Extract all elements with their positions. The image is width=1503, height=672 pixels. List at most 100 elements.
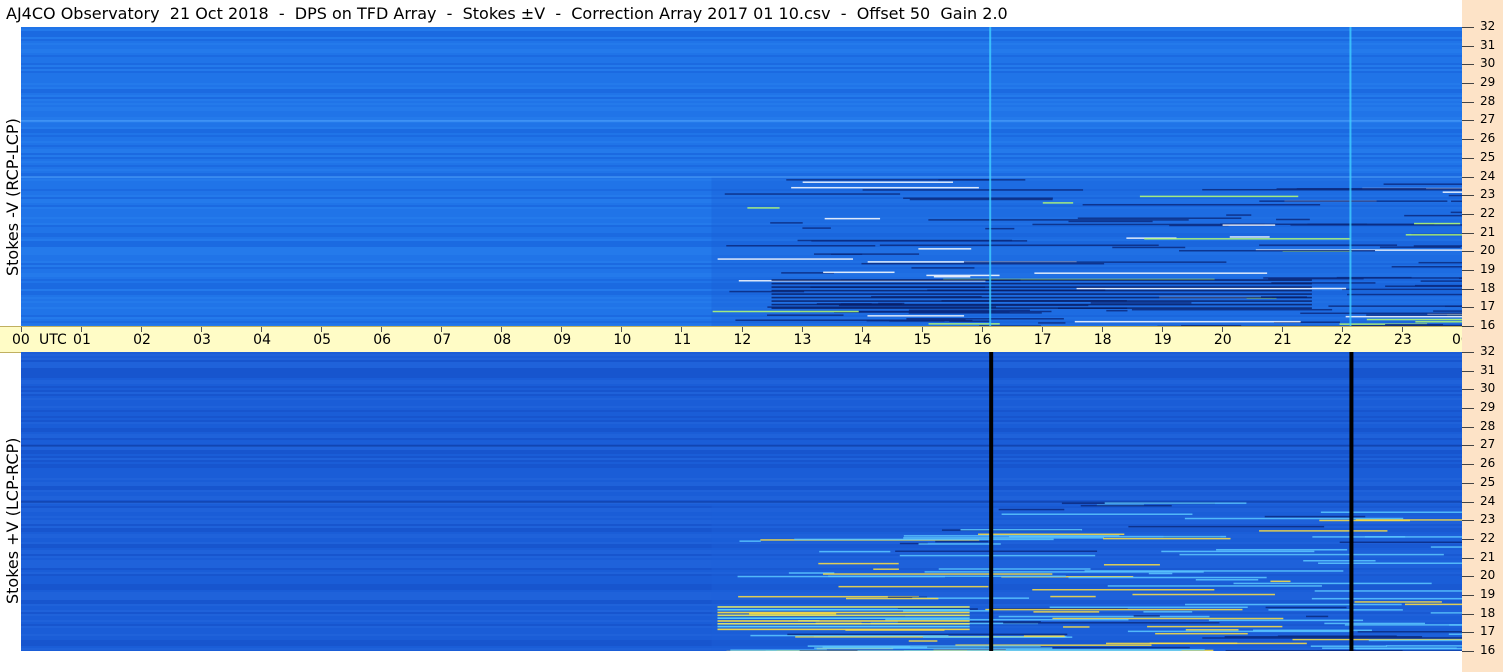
texture-row <box>21 129 1462 131</box>
texture-row <box>21 358 1462 360</box>
frequency-tick-mark <box>1462 45 1474 47</box>
emission-streak <box>1104 502 1247 504</box>
texture-row <box>21 486 1462 488</box>
emission-streak <box>822 573 1053 575</box>
dark-band-line <box>771 296 1312 299</box>
emission-streak <box>712 310 859 313</box>
frequency-tick-mark <box>1462 651 1474 652</box>
texture-row <box>21 422 1462 424</box>
texture-row <box>21 79 1462 81</box>
emission-streak <box>1276 218 1310 221</box>
frequency-tick-label: 18 <box>1480 605 1496 620</box>
dark-band-line <box>771 293 1312 295</box>
emission-streak <box>1354 601 1442 603</box>
emission-streak <box>949 320 991 322</box>
texture-row <box>21 141 1462 143</box>
frequency-tick-mark <box>1462 352 1474 353</box>
frequency-tick-label: 32 <box>1480 344 1496 358</box>
frequency-tick-mark <box>1462 326 1474 327</box>
texture-row <box>21 380 1462 382</box>
frequency-tick-label: 22 <box>1480 530 1496 545</box>
texture-row <box>21 462 1462 464</box>
frequency-tick-label: 22 <box>1480 205 1496 220</box>
frequency-tick-mark <box>1462 464 1474 466</box>
emission-streak <box>978 533 1125 536</box>
emission-streak <box>861 262 1105 265</box>
frequency-tick-label: 25 <box>1480 474 1496 489</box>
texture-row <box>21 456 1462 458</box>
frequency-tick-label: 30 <box>1480 381 1496 396</box>
emission-streak <box>1084 570 1344 572</box>
dark-band-line <box>771 307 1312 309</box>
utc-tick-label: 23 <box>1393 332 1412 348</box>
texture-row <box>21 69 1462 71</box>
texture-row <box>21 352 1462 354</box>
frequency-tick-label: 26 <box>1480 131 1496 146</box>
emission-streak <box>1347 293 1462 296</box>
emission-streak <box>1148 572 1173 575</box>
texture-row <box>21 153 1462 155</box>
emission-streak <box>1336 276 1412 279</box>
emission-streak <box>1366 318 1462 321</box>
emission-streak <box>1383 183 1462 185</box>
emission-streak <box>819 550 891 553</box>
emission-streak <box>1385 285 1462 287</box>
emission-streak <box>928 323 1000 325</box>
frequency-tick-mark <box>1462 520 1474 522</box>
emission-streak <box>1032 588 1215 591</box>
texture-row <box>21 51 1462 53</box>
frequency-tick-mark <box>1462 139 1474 141</box>
texture-row <box>21 83 1462 85</box>
frequency-tick-label: 24 <box>1480 168 1496 183</box>
emission-streak <box>1050 595 1096 598</box>
emission-streak <box>1222 224 1276 226</box>
frequency-tick-label: 21 <box>1480 549 1496 564</box>
emission-streak <box>1216 549 1348 551</box>
emission-streak <box>908 312 1042 314</box>
emission-streak <box>1068 576 1267 579</box>
bright-band-line <box>717 614 970 617</box>
emission-streak <box>791 186 979 189</box>
emission-streak <box>1074 320 1301 323</box>
emission-streak <box>1034 272 1268 274</box>
utc-tick-label: 00 <box>12 332 30 348</box>
texture-row <box>21 135 1462 137</box>
frequency-tick-label: 17 <box>1480 624 1496 639</box>
emission-streak <box>1003 622 1220 624</box>
texture-row <box>21 468 1462 470</box>
frequency-tick-mark <box>1462 83 1474 85</box>
utc-tick-label: 16 <box>973 332 992 348</box>
emission-streak <box>1226 214 1252 216</box>
texture-row <box>21 59 1462 61</box>
utc-time-axis: 00 01 02 03 04 05 06 07 08 09 10 11 12 13 14 15 16 17 18 19… <box>0 326 1496 353</box>
emission-streak <box>1005 648 1205 651</box>
texture-row <box>21 390 1462 392</box>
texture-row <box>21 137 1462 139</box>
texture-row <box>21 488 1462 490</box>
frequency-tick-mark <box>1462 370 1474 372</box>
emission-streak <box>1344 624 1462 626</box>
emission-streak <box>935 540 989 543</box>
texture-row <box>21 434 1462 436</box>
emission-streak <box>724 193 901 195</box>
texture-row <box>21 418 1462 420</box>
texture-row <box>21 31 1462 33</box>
texture-row <box>21 392 1462 394</box>
texture-row <box>21 404 1462 406</box>
emission-streak <box>811 240 1028 242</box>
texture-row <box>21 123 1462 125</box>
utc-tick-label: 05 <box>313 332 332 348</box>
frequency-tick-label: 16 <box>1480 643 1496 657</box>
emission-streak <box>862 189 1084 191</box>
emission-streak <box>1270 580 1291 583</box>
emission-streak <box>998 508 1065 511</box>
emission-streak <box>1448 194 1462 197</box>
texture-row <box>21 93 1462 95</box>
emission-streak <box>1404 603 1462 606</box>
emission-streak <box>1103 537 1231 540</box>
emission-streak <box>938 179 991 181</box>
emission-streak <box>739 540 761 542</box>
texture-row <box>21 143 1462 145</box>
texture-row <box>21 354 1462 356</box>
emission-streak <box>1385 645 1462 647</box>
